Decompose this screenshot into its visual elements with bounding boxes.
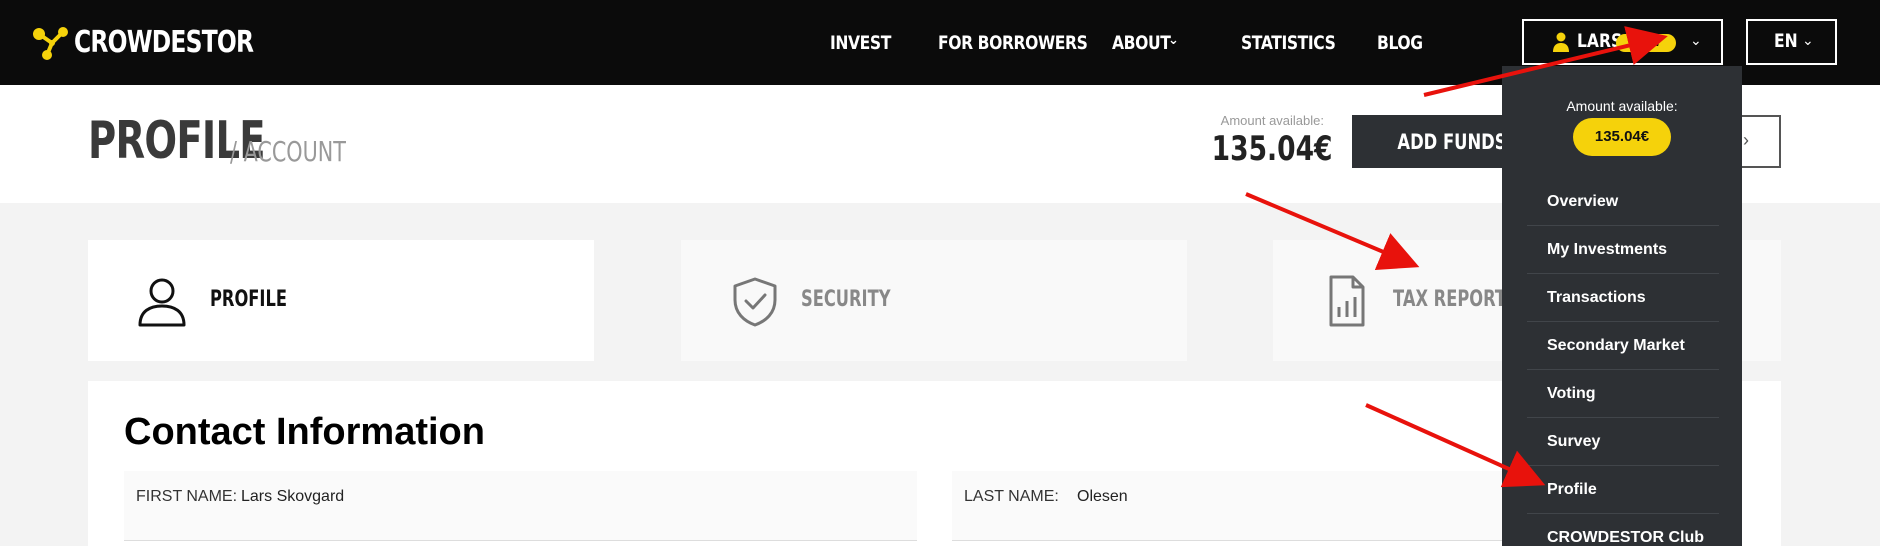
user-menu-button[interactable]: LARS CREW ⌄ [1522,19,1723,65]
nav-label: STATISTICS [1241,31,1336,54]
language-selector[interactable]: EN ⌄ [1746,19,1837,65]
menu-item-label: My Investments [1547,241,1668,258]
page-subtitle: / ACCOUNT [230,135,346,168]
user-icon [1553,32,1569,52]
nav-blog[interactable]: BLOG [1377,0,1433,85]
tab-label: SECURITY [801,287,891,312]
first-name-value: Lars Skovgard [241,488,345,505]
amount-available-label: Amount available: [1220,113,1324,128]
menu-item-label: Transactions [1547,289,1646,306]
chevron-right-icon: › [1743,130,1749,150]
menu-item-transactions[interactable]: Transactions [1527,274,1719,322]
menu-item-label: Overview [1547,193,1619,210]
menu-item-profile[interactable]: Profile [1527,466,1719,514]
nav-for-borrowers[interactable]: FOR BORROWERS [938,0,1120,85]
nav-label: FOR BORROWERS [938,31,1088,54]
tab-label: PROFILE [210,287,287,312]
menu-item-my-investments[interactable]: My Investments [1527,226,1719,274]
first-name-label: FIRST NAME: [136,488,238,505]
amount-available-value: 135.04€ [1211,129,1333,169]
page: PROFILE / ACCOUNT Amount available: 135.… [0,0,1880,546]
chevron-down-icon: ⌄ [1168,33,1179,48]
nav-about[interactable]: ABOUT ⌄ [1112,0,1183,85]
language-label: EN [1774,30,1798,52]
nav-label: ABOUT [1112,31,1171,54]
user-dropdown-menu: Amount available: 135.04€ Overview My In… [1502,66,1742,546]
last-name-label: LAST NAME: [964,488,1059,505]
crowdestor-logo[interactable]: CROWDESTOR [30,22,304,62]
menu-item-voting[interactable]: Voting [1527,370,1719,418]
nav-invest[interactable]: INVEST [830,0,904,85]
menu-item-label: Secondary Market [1547,337,1685,354]
menu-item-label: Voting [1547,385,1596,402]
chevron-down-icon: ⌄ [1802,32,1814,48]
user-badge: CREW [1616,34,1676,52]
section-title: Contact Information [124,411,485,453]
user-icon [138,278,186,327]
menu-item-overview[interactable]: Overview [1527,178,1719,226]
menu-item-crowdestor-club[interactable]: CROWDESTOR Club [1527,514,1719,546]
first-name-field[interactable]: FIRST NAME: Lars Skovgard [124,471,917,541]
dropdown-amount-label: Amount available: [1566,98,1678,114]
nav-statistics[interactable]: STATISTICS [1241,0,1356,85]
menu-item-label: CROWDESTOR Club [1547,529,1705,546]
tab-security[interactable]: SECURITY [681,240,1187,361]
menu-item-label: Survey [1547,433,1601,450]
dropdown-amount-value: 135.04€ [1573,118,1671,156]
document-chart-icon [1329,275,1365,327]
chevron-down-icon: ⌄ [1690,32,1702,48]
tab-label: TAX REPORTS [1393,287,1518,312]
nav-label: INVEST [830,31,891,54]
logo-text: CROWDESTOR [74,24,254,60]
menu-item-survey[interactable]: Survey [1527,418,1719,466]
tab-profile[interactable]: PROFILE [88,240,594,361]
menu-item-secondary-market[interactable]: Secondary Market [1527,322,1719,370]
add-funds-label: ADD FUNDS [1397,129,1507,154]
nav-label: BLOG [1377,31,1423,54]
last-name-value: Olesen [1077,488,1128,505]
shield-check-icon [733,277,777,327]
logo-icon [33,27,68,60]
menu-item-label: Profile [1547,481,1597,498]
